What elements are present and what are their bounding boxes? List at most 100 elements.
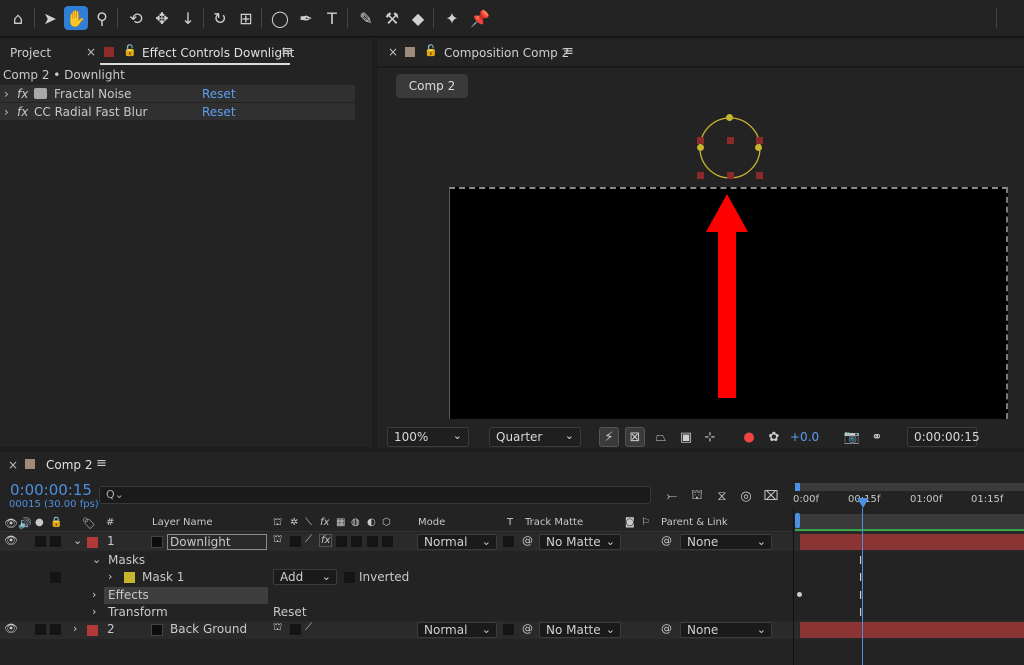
transform-reset-link[interactable]: Reset bbox=[273, 605, 307, 619]
lock-switch[interactable] bbox=[50, 624, 61, 635]
motion-blur-icon[interactable]: ◎ bbox=[736, 486, 756, 506]
dolly-camera-icon[interactable]: ↓ bbox=[176, 6, 200, 30]
layer-row-back-ground[interactable]: 👁 › 2 Back Ground ⛫ ⟋ Normal ⌄ @ No Matte… bbox=[0, 621, 1024, 639]
chevron-down-icon[interactable]: ⌄ bbox=[92, 553, 101, 566]
mask-visibility-icon[interactable]: ⏢ bbox=[651, 427, 671, 447]
layer-row-downlight[interactable]: 👁 ⌄ 1 Downlight ⛫ ⟋ fx Normal ⌄ @ No Matt… bbox=[0, 533, 1024, 551]
fx-icon[interactable]: fx bbox=[17, 87, 28, 101]
chevron-down-icon[interactable]: ⌄ bbox=[73, 534, 82, 547]
chevron-right-icon[interactable]: › bbox=[92, 588, 96, 601]
keyframe-dot[interactable] bbox=[797, 592, 802, 597]
shy-switch-icon[interactable]: ⛫ bbox=[273, 622, 282, 635]
transparency-grid-icon[interactable]: ⊠ bbox=[625, 427, 645, 447]
snapshot-icon[interactable]: 📷 bbox=[842, 427, 862, 447]
transform-handle[interactable] bbox=[756, 172, 763, 179]
timeline-divider[interactable] bbox=[793, 508, 794, 665]
track-matte-dropdown[interactable]: No Matte ⌄ bbox=[539, 622, 621, 638]
comp-flowchart-button[interactable]: Comp 2 bbox=[396, 74, 468, 98]
panel-menu-icon[interactable]: ≡ bbox=[563, 44, 574, 59]
work-area-start[interactable] bbox=[795, 483, 800, 491]
frame-blend-switch[interactable] bbox=[336, 536, 347, 547]
chevron-right-icon[interactable]: › bbox=[4, 87, 9, 101]
layer-label-color[interactable] bbox=[87, 625, 98, 636]
preserve-transparency-switch[interactable] bbox=[503, 624, 514, 635]
column-header-layer-name[interactable]: Layer Name bbox=[152, 517, 213, 528]
current-time[interactable]: 0:00:00:15 bbox=[10, 481, 92, 499]
playhead-line[interactable] bbox=[862, 508, 863, 665]
keyframe-indicator-icon[interactable]: I bbox=[859, 606, 862, 619]
track-matte-dropdown[interactable]: No Matte ⌄ bbox=[539, 534, 621, 550]
playhead-head[interactable] bbox=[857, 498, 869, 508]
work-area-bar[interactable] bbox=[795, 483, 1024, 491]
quality-switch-icon[interactable]: ⟋ bbox=[305, 622, 312, 633]
lock-icon[interactable]: 🔓 bbox=[424, 44, 438, 57]
composition-mini-flowchart-icon[interactable]: ⤚ bbox=[662, 486, 682, 506]
pan-camera-icon[interactable]: ✥ bbox=[150, 6, 174, 30]
effects-group-row[interactable]: › Effects bbox=[0, 587, 1024, 604]
chevron-right-icon[interactable]: › bbox=[73, 622, 77, 635]
reset-exposure-icon[interactable]: ✿ bbox=[764, 427, 784, 447]
mask-lock-switch[interactable] bbox=[50, 572, 61, 583]
tab-composition[interactable]: Composition Comp 2 bbox=[444, 46, 569, 60]
mask-path[interactable] bbox=[699, 117, 761, 179]
tab-effect-controls[interactable]: Effect Controls Downlight bbox=[142, 46, 294, 60]
chevron-right-icon[interactable]: › bbox=[4, 105, 9, 119]
playhead-icon[interactable] bbox=[857, 498, 869, 510]
fast-previews-icon[interactable]: ⚡ bbox=[599, 427, 619, 447]
transform-handle[interactable] bbox=[756, 137, 763, 144]
puppet-pin-icon[interactable]: 📌 bbox=[468, 6, 492, 30]
solo-switch[interactable] bbox=[35, 536, 46, 547]
solo-switch[interactable] bbox=[35, 624, 46, 635]
parent-dropdown[interactable]: None ⌄ bbox=[680, 622, 772, 638]
matte-pickwhip-icon[interactable]: @ bbox=[522, 534, 533, 547]
keyframe-indicator-icon[interactable]: I bbox=[859, 571, 862, 584]
channel-icon[interactable]: ● bbox=[739, 427, 759, 447]
effect-row-fractal-noise[interactable]: › fx Fractal Noise Reset bbox=[0, 85, 355, 103]
motion-blur-switch[interactable] bbox=[351, 536, 362, 547]
mask-color-swatch[interactable] bbox=[124, 572, 135, 583]
type-tool-icon[interactable]: T bbox=[320, 6, 344, 30]
lock-switch[interactable] bbox=[50, 536, 61, 547]
clone-stamp-icon[interactable]: ⚒ bbox=[380, 6, 404, 30]
inverted-checkbox[interactable] bbox=[344, 572, 355, 583]
blend-mode-dropdown[interactable]: Normal ⌄ bbox=[417, 622, 497, 638]
hand-icon[interactable]: ✋ bbox=[64, 6, 88, 30]
visibility-eye-icon[interactable]: 👁 bbox=[4, 534, 18, 547]
layer-search-input[interactable]: Q⌄ bbox=[99, 486, 651, 504]
layer-duration-bar[interactable] bbox=[800, 534, 1024, 550]
grid-guides-icon[interactable]: ⊹ bbox=[700, 427, 720, 447]
tab-timeline-comp[interactable]: Comp 2 bbox=[46, 458, 92, 472]
mask-vertex[interactable] bbox=[697, 144, 704, 151]
mask-vertex[interactable] bbox=[755, 144, 762, 151]
roto-brush-icon[interactable]: ✦ bbox=[440, 6, 464, 30]
mask-name[interactable]: Mask 1 bbox=[142, 570, 184, 584]
layer-duration-bar[interactable] bbox=[800, 622, 1024, 638]
close-icon[interactable]: × bbox=[8, 458, 18, 472]
transform-handle[interactable] bbox=[697, 137, 704, 144]
transform-handle[interactable] bbox=[727, 137, 734, 144]
chevron-right-icon[interactable]: › bbox=[92, 605, 96, 618]
layer-label-color[interactable] bbox=[87, 537, 98, 548]
chevron-right-icon[interactable]: › bbox=[108, 570, 112, 583]
effects-switch-icon[interactable]: fx bbox=[319, 534, 333, 547]
anchor-point-icon[interactable]: ⊞ bbox=[234, 6, 258, 30]
home-icon[interactable]: ⌂ bbox=[6, 6, 30, 30]
adjustment-switch[interactable] bbox=[367, 536, 378, 547]
resolution-dropdown[interactable]: Quarter ⌄ bbox=[489, 427, 581, 447]
magnification-dropdown[interactable]: 100% ⌄ bbox=[387, 427, 469, 447]
pen-tool-icon[interactable]: ✒ bbox=[294, 6, 318, 30]
mask-row[interactable]: › Mask 1 Add ⌄ Inverted bbox=[0, 569, 1024, 586]
ellipse-tool-icon[interactable]: ◯ bbox=[268, 6, 292, 30]
collapse-switch[interactable] bbox=[290, 624, 301, 635]
matte-pickwhip-icon[interactable]: @ bbox=[522, 622, 533, 635]
viewer-timecode[interactable]: 0:00:00:15 bbox=[907, 427, 980, 447]
layer-name-field[interactable]: Downlight bbox=[167, 534, 267, 550]
transform-handle[interactable] bbox=[727, 172, 734, 179]
layer-name[interactable]: Back Ground bbox=[170, 622, 247, 636]
panel-menu-icon[interactable]: ≡ bbox=[281, 44, 292, 59]
transform-group-row[interactable]: › Transform Reset bbox=[0, 604, 1024, 621]
mask-mode-dropdown[interactable]: Add ⌄ bbox=[273, 569, 337, 585]
show-snapshot-icon[interactable]: ⚭ bbox=[867, 427, 887, 447]
exposure-value[interactable]: +0.0 bbox=[790, 430, 819, 444]
lock-icon[interactable]: 🔓 bbox=[123, 44, 137, 57]
